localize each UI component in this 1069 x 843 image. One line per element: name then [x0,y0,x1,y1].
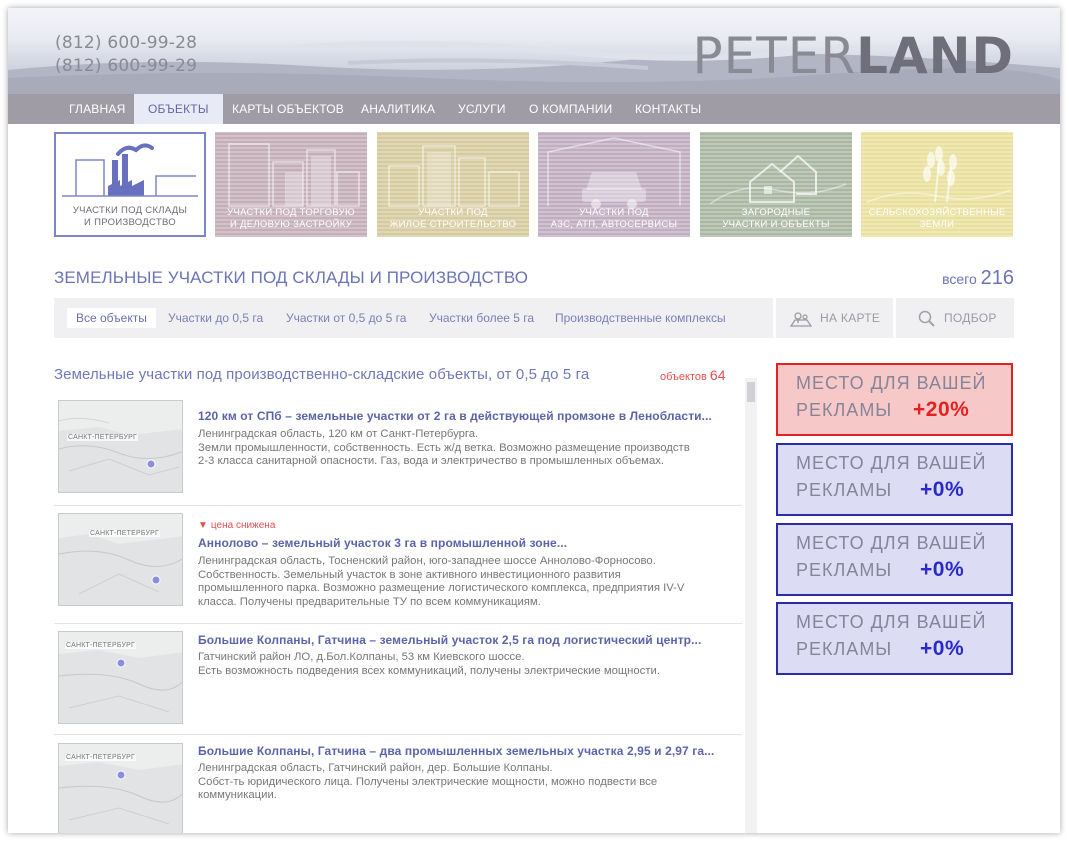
category-label: Участки под жилое строительство [389,207,517,230]
listing-item[interactable]: САНКТ-ПЕТЕРБУРГ Большие Колпаны, Гатчина… [54,736,742,833]
map-pin-icon [789,312,813,327]
category-label: Загородные участки и объекты [722,207,830,230]
listing-description: Ленинградская область, Гатчинский район,… [198,762,658,801]
listing-map-thumbnail[interactable]: САНКТ-ПЕТЕРБУРГ [58,400,183,493]
section-title: Земельные участки под производственно-ск… [54,366,590,383]
category-tile-car-services[interactable]: Участки под АЗС, АТП, автосервисы [538,132,690,237]
ad-banner[interactable]: Место для вашей рекламы +0% [776,602,1013,675]
category-tile-agricultural[interactable]: Сельскохозяйственные земли [861,132,1013,237]
listing-item[interactable]: САНКТ-ПЕТЕРБУРГ ▼ цена снижена Аннолово –… [54,513,742,624]
ad-percent: +0% [920,558,965,581]
filter-bar: Все объекты Участки до 0,5 га Участки от… [54,298,1014,338]
site-header: (812) 600-99-28 (812) 600-99-29 PETERLAN… [8,8,1060,94]
listings-scrollbar[interactable] [745,378,757,833]
map-city-label: САНКТ-ПЕТЕРБУРГ [89,530,160,537]
listing-map-thumbnail[interactable]: САНКТ-ПЕТЕРБУРГ [58,631,183,724]
ad-line-1: Место для вашей [796,612,987,632]
search-button[interactable]: Подбор [893,298,1014,338]
map-city-label: САНКТ-ПЕТЕРБУРГ [65,642,136,649]
category-tile-commercial[interactable]: Участки под торговую и деловую застройку [215,132,367,237]
nav-item-analytics[interactable]: Аналитика [347,94,449,124]
logo-text-bold: LAND [856,27,1014,85]
search-button-label: Подбор [944,311,997,325]
map-city-label: САНКТ-ПЕТЕРБУРГ [65,754,136,761]
map-button-label: На карте [820,311,881,325]
total-count: всего 216 [942,267,1014,290]
category-label: Сельскохозяйственные земли [868,207,1006,230]
filter-0-5-to-5-ha[interactable]: Участки от 0,5 до 5 га [277,308,415,328]
section-count-label: объектов [660,371,707,383]
price-reduced-label: цена снижена [210,520,276,531]
map-city-label: САНКТ-ПЕТЕРБУРГ [67,434,138,441]
page-title: Земельные участки под склады и производс… [54,268,529,287]
map-button[interactable]: На карте [773,298,893,338]
map-thumbnail-image [59,534,182,605]
section-count: объектов 64 [660,367,726,383]
category-tile-residential[interactable]: Участки под жилое строительство [377,132,529,237]
ad-banner[interactable]: Место для вашей рекламы +20% [776,363,1013,436]
listing-item[interactable]: САНКТ-ПЕТЕРБУРГ Большие Колпаны, Гатчина… [54,625,742,735]
nav-item-objects[interactable]: Объекты [134,94,223,124]
category-label: Участки под склады и производство [72,205,188,228]
ad-line-1: Место для вашей [796,373,987,393]
listing-title-link[interactable]: Большие Колпаны, Гатчина – два промышлен… [198,744,714,758]
ad-percent: +0% [920,478,965,501]
listing-title-link[interactable]: 120 км от СПб – земельные участки от 2 г… [198,409,712,423]
listing-map-thumbnail[interactable]: САНКТ-ПЕТЕРБУРГ [58,743,183,833]
section-count-number: 64 [709,367,726,383]
listing-title-link[interactable]: Большие Колпаны, Гатчина – земельный уча… [198,633,701,647]
ad-line-2: рекламы [796,639,893,659]
listing-description: Ленинградская область, 120 км от Санкт-П… [198,428,690,467]
nav-item-about[interactable]: О компании [515,94,626,124]
listing-description: Гатчинский район ЛО, д.Бол.Колпаны, 53 к… [198,651,660,677]
filter-over-5-ha[interactable]: Участки более 5 га [420,308,543,328]
ad-line-2: рекламы [796,400,893,420]
ad-banner[interactable]: Место для вашей рекламы +0% [776,443,1013,516]
listing-item[interactable]: САНКТ-ПЕТЕРБУРГ 120 км от СПб – земельны… [54,400,742,506]
listing-map-thumbnail[interactable]: САНКТ-ПЕТЕРБУРГ [58,513,183,606]
arrow-down-icon: ▼ [198,520,208,531]
page-frame: (812) 600-99-28 (812) 600-99-29 PETERLAN… [8,8,1060,833]
filter-under-0-5-ha[interactable]: Участки до 0,5 га [159,308,272,328]
listing-title-link[interactable]: Аннолово – земельный участок 3 га в пром… [198,536,567,550]
category-label: Участки под АЗС, АТП, автосервисы [550,207,678,230]
total-number: 216 [980,267,1014,289]
nav-item-contacts[interactable]: Контакты [621,94,715,124]
category-tile-warehouses[interactable]: Участки под склады и производство [54,132,206,237]
main-navigation: Главная Объекты Карты объектов Аналитика… [8,94,1060,124]
category-tile-country[interactable]: Загородные участки и объекты [700,132,852,237]
ad-percent: +20% [913,398,970,421]
logo-text-light: PETER [692,27,857,85]
total-label: всего [942,271,977,287]
phone-number[interactable]: (812) 600-99-28 [55,32,197,55]
ad-line-2: рекламы [796,560,893,580]
ad-line-1: Место для вашей [796,533,987,553]
nav-item-home[interactable]: Главная [55,94,139,124]
category-label: Участки под торговую и деловую застройку [227,207,355,230]
filter-production-complexes[interactable]: Производственные комплексы [546,308,735,328]
filter-all[interactable]: Все объекты [67,308,156,328]
ad-line-1: Место для вашей [796,453,987,473]
scrollbar-thumb[interactable] [747,382,755,402]
search-icon [918,310,935,327]
nav-item-object-maps[interactable]: Карты объектов [218,94,358,124]
nav-item-services[interactable]: Услуги [444,94,520,124]
ad-percent: +0% [920,637,965,660]
listing-description: Ленинградская область, Тосненский район,… [198,555,685,608]
phone-number[interactable]: (812) 600-99-29 [55,55,197,78]
price-reduced-badge: ▼ цена снижена [198,520,275,531]
ad-banner[interactable]: Место для вашей рекламы +0% [776,523,1013,596]
phone-numbers: (812) 600-99-28 (812) 600-99-29 [55,32,197,78]
site-logo[interactable]: PETERLAND [692,26,1014,86]
map-thumbnail-image [59,417,182,492]
ad-line-2: рекламы [796,480,893,500]
